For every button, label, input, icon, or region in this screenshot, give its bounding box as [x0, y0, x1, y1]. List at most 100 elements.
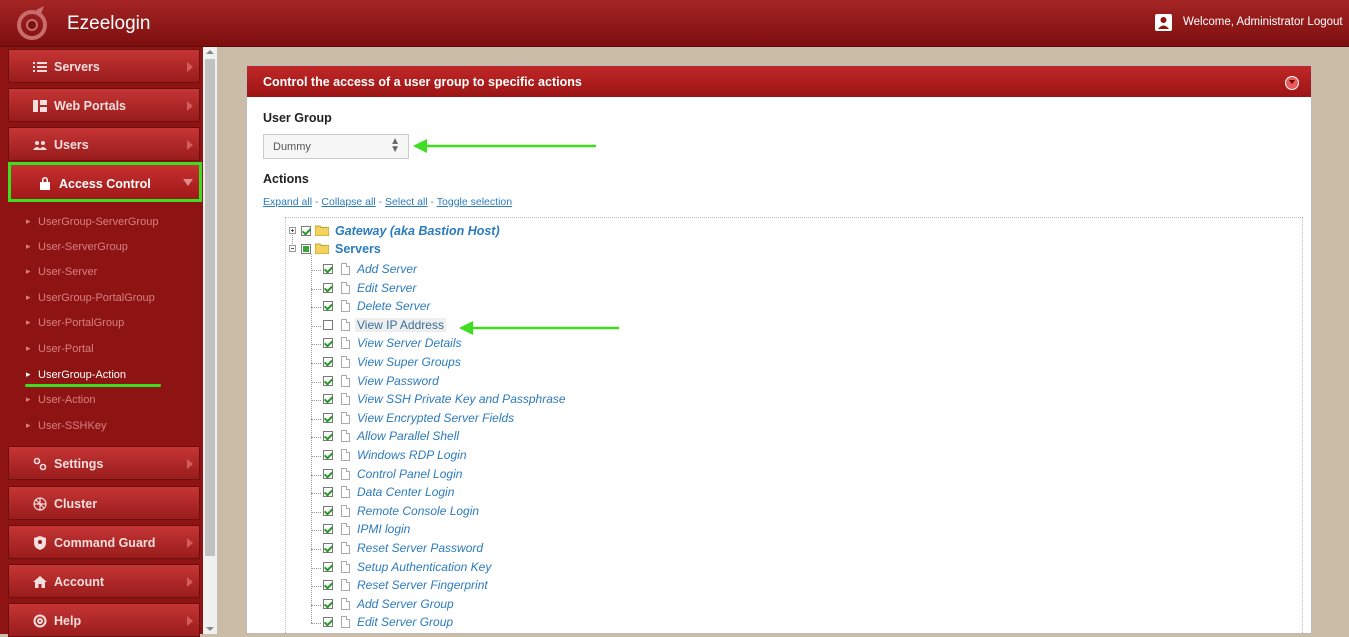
tree-action-label[interactable]: Data Center Login [357, 485, 454, 499]
sidebar-menu-servers[interactable]: Servers [8, 49, 200, 83]
tree-action-label[interactable]: Edit Server [357, 281, 416, 295]
checkbox[interactable] [323, 598, 333, 609]
tree-group-label[interactable]: Servers [335, 242, 381, 256]
sidebar-menu-label: Users [54, 138, 89, 152]
tree-action-node[interactable]: Add Server [321, 262, 721, 278]
checkbox[interactable] [323, 412, 333, 423]
checkbox[interactable] [323, 450, 333, 460]
tree-action-node[interactable]: Delete Server [321, 299, 721, 315]
sidebar-menu-cluster[interactable]: Cluster [8, 486, 200, 520]
user-group-select[interactable]: Dummy ▲ ▼ [263, 134, 409, 159]
select-all-link[interactable]: Select all [385, 196, 428, 208]
tree-group-node[interactable]: Servers [286, 242, 686, 258]
tree-action-node[interactable]: View Server Details [321, 336, 721, 352]
scroll-up-icon[interactable] [206, 50, 214, 54]
checkbox[interactable] [323, 338, 333, 349]
submenu-usergroup-action[interactable]: UserGroup-Action [26, 369, 126, 381]
submenu-usergroup-servergroup[interactable]: UserGroup-ServerGroup [26, 216, 158, 228]
tree-action-node[interactable]: Allow Parallel Shell [321, 429, 721, 445]
collapse-icon[interactable] [1285, 76, 1299, 90]
submenu-user-servergroup[interactable]: User-ServerGroup [26, 241, 128, 253]
scroll-down-icon[interactable] [206, 627, 214, 631]
submenu-user-sshkey[interactable]: User-SSHKey [26, 420, 107, 432]
logout-link[interactable]: Logout [1307, 16, 1342, 28]
tree-group-label[interactable]: Gateway (aka Bastion Host) [335, 224, 500, 238]
tree-action-label[interactable]: View Encrypted Server Fields [357, 411, 514, 425]
tree-action-label[interactable]: Add Server [357, 262, 417, 276]
sidebar-menu-web-portals[interactable]: Web Portals [8, 88, 200, 122]
tree-action-label[interactable]: Add Server Group [357, 597, 454, 611]
tree-action-label[interactable]: IPMI login [357, 522, 410, 536]
tree-action-node[interactable]: View Password [321, 374, 721, 390]
tree-action-label[interactable]: Reset Server Fingerprint [357, 578, 488, 592]
tree-action-label[interactable]: View SSH Private Key and Passphrase [357, 392, 566, 406]
tree-action-label[interactable]: Edit Server Group [357, 615, 453, 629]
checkbox[interactable] [323, 561, 333, 572]
tree-action-label[interactable]: View Password [357, 374, 439, 388]
submenu-user-server[interactable]: User-Server [26, 266, 97, 278]
sidebar-menu-command-guard[interactable]: Command Guard [8, 525, 200, 559]
tree-action-node[interactable]: View Super Groups [321, 355, 721, 371]
checkbox[interactable] [323, 543, 333, 553]
collapse-all-link[interactable]: Collapse all [321, 196, 375, 208]
tree-action-node[interactable]: Add Server Group [321, 597, 721, 613]
tree-action-label[interactable]: View Super Groups [357, 355, 461, 369]
tree-action-node[interactable]: Remote Console Login [321, 504, 721, 520]
tree-action-label[interactable]: Delete Server [357, 299, 430, 313]
sidebar-menu-settings[interactable]: Settings [8, 446, 200, 480]
submenu-user-portal[interactable]: User-Portal [26, 343, 94, 355]
tree-action-node[interactable]: Reset Server Password [321, 541, 721, 557]
tree-action-node[interactable]: Reset Server Fingerprint [321, 578, 721, 594]
tree-action-node[interactable]: Control Panel Login [321, 467, 721, 483]
expand-all-link[interactable]: Expand all [263, 196, 312, 208]
toggle-selection-link[interactable]: Toggle selection [437, 196, 512, 208]
checkbox[interactable] [301, 244, 311, 254]
tree-action-label[interactable]: Remote Console Login [357, 504, 479, 518]
sidebar-menu-help[interactable]: Help [8, 603, 200, 637]
sidebar-menu-users[interactable]: Users [8, 127, 200, 161]
checkbox[interactable] [323, 282, 333, 293]
tree-action-label[interactable]: View Server Details [357, 336, 461, 350]
checkbox[interactable] [323, 301, 333, 312]
expand-node-icon[interactable] [289, 227, 296, 234]
checkbox[interactable] [323, 468, 333, 479]
tree-action-node[interactable]: Windows RDP Login [321, 448, 721, 464]
checkbox[interactable] [323, 617, 333, 628]
tree-action-node[interactable]: View SSH Private Key and Passphrase [321, 392, 721, 408]
checkbox[interactable] [323, 505, 333, 516]
tree-action-node[interactable]: Edit Server [321, 281, 721, 297]
checkbox[interactable] [323, 264, 333, 274]
checkbox[interactable] [323, 394, 333, 405]
sidebar-scrollbar[interactable] [203, 47, 217, 634]
collapse-node-icon[interactable] [289, 245, 296, 252]
tree-branch [311, 400, 321, 402]
scrollbar-thumb[interactable] [205, 59, 215, 556]
checkbox[interactable] [323, 524, 333, 535]
tree-action-label[interactable]: Reset Server Password [357, 541, 483, 555]
tree-action-node[interactable]: Setup Authentication Key [321, 560, 721, 576]
submenu-user-action[interactable]: User-Action [26, 394, 96, 406]
checkbox[interactable] [323, 580, 333, 591]
checkbox[interactable] [323, 357, 333, 367]
submenu-user-portalgroup[interactable]: User-PortalGroup [26, 317, 124, 329]
tree-action-node[interactable]: Edit Server Group [321, 615, 721, 631]
tree-group-node[interactable]: Gateway (aka Bastion Host) [286, 224, 686, 240]
tree-action-node[interactable]: View Encrypted Server Fields [321, 411, 721, 427]
user-avatar-icon[interactable] [1155, 14, 1172, 31]
tree-action-label[interactable]: Allow Parallel Shell [357, 429, 459, 443]
submenu-usergroup-portalgroup[interactable]: UserGroup-PortalGroup [26, 292, 155, 304]
tree-action-label[interactable]: Setup Authentication Key [357, 560, 491, 574]
tree-action-node[interactable]: IPMI login [321, 522, 721, 538]
checkbox[interactable] [301, 226, 311, 236]
checkbox[interactable] [323, 431, 333, 442]
tree-action-label[interactable]: Windows RDP Login [357, 448, 467, 462]
sidebar-menu-access-control[interactable]: Access Control [8, 162, 202, 202]
checkbox[interactable] [323, 319, 333, 330]
checkbox[interactable] [323, 487, 333, 498]
tree-action-label[interactable]: View IP Address [355, 317, 446, 332]
tree-action-node[interactable]: Data Center Login [321, 485, 721, 501]
actions-tree: Gateway (aka Bastion Host) Servers Add Ser… [285, 217, 1303, 633]
tree-action-label[interactable]: Control Panel Login [357, 467, 462, 481]
sidebar-menu-account[interactable]: Account [8, 564, 200, 598]
checkbox[interactable] [323, 375, 333, 386]
